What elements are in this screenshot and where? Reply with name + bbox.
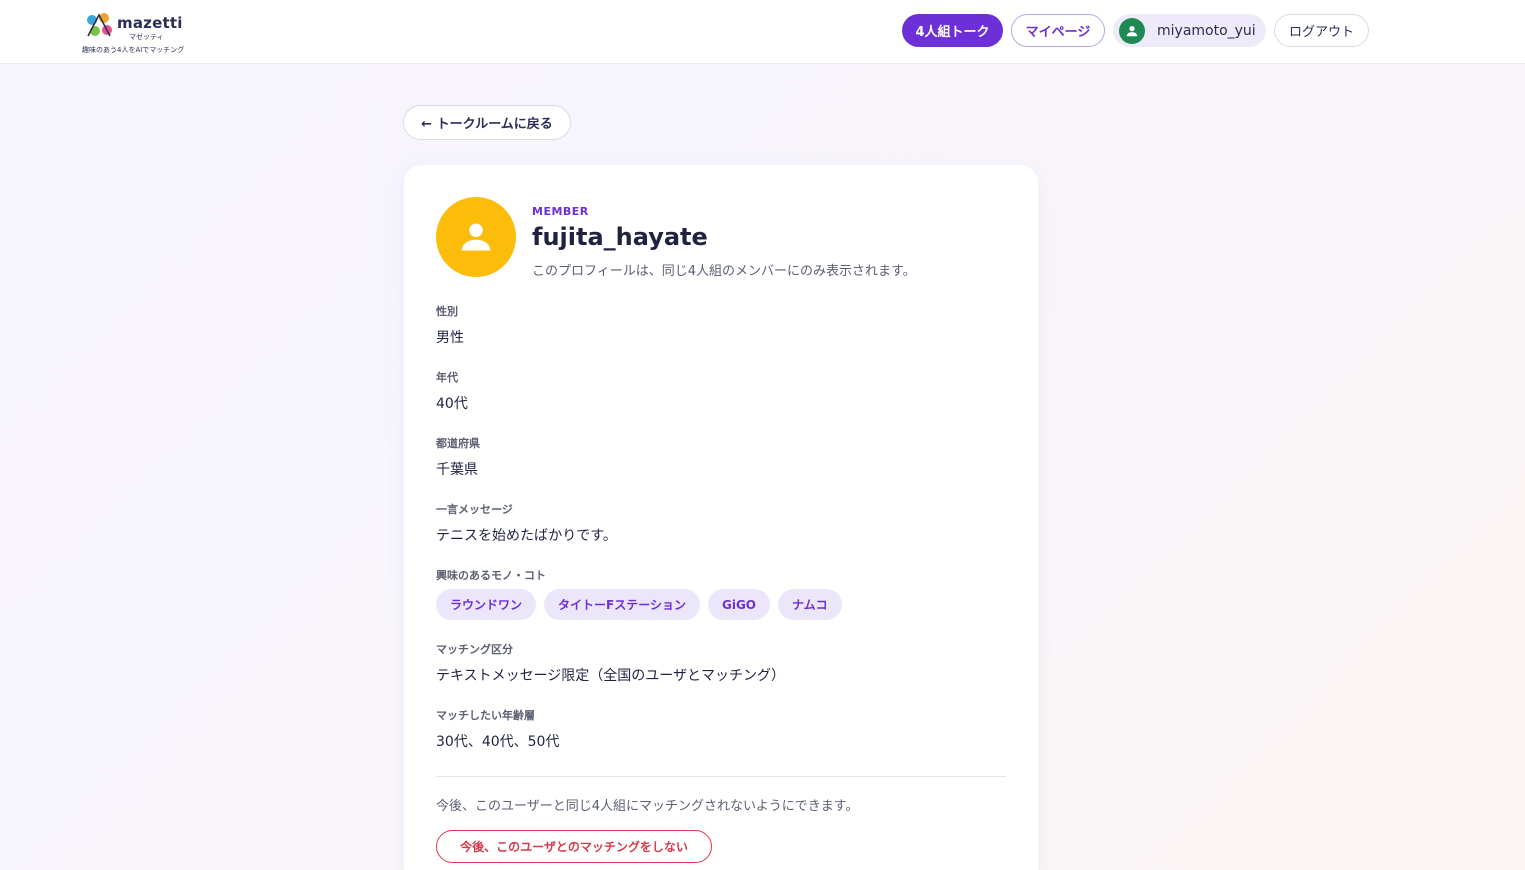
field-age: 年代 40代 bbox=[436, 369, 468, 413]
top-header: mazetti マゼッティ 趣味のあう4人をAIでマッチング 4人組トーク マイ… bbox=[0, 0, 1525, 64]
interest-tag: タイトーFステーション bbox=[544, 589, 700, 620]
field-value: 30代、40代、50代 bbox=[436, 734, 560, 750]
field-label: 性別 bbox=[436, 305, 458, 318]
nav-talk-button[interactable]: 4人組トーク bbox=[902, 14, 1003, 47]
field-value: 千葉県 bbox=[436, 462, 478, 478]
logo-name: mazetti bbox=[117, 14, 183, 32]
logo-kana: マゼッティ bbox=[129, 33, 164, 41]
member-name: fujita_hayate bbox=[532, 223, 708, 251]
field-value: テニスを始めたばかりです。 bbox=[436, 528, 617, 544]
logo-tagline: 趣味のあう4人をAIでマッチング bbox=[82, 46, 185, 54]
nav-user-chip[interactable]: miyamoto_yui bbox=[1113, 14, 1266, 47]
member-avatar-icon bbox=[436, 197, 516, 277]
nav-mypage-button[interactable]: マイページ bbox=[1011, 14, 1105, 47]
interest-tag: GiGO bbox=[707, 589, 770, 620]
field-label: 都道府県 bbox=[436, 437, 480, 450]
field-value: テキストメッセージ限定（全国のユーザとマッチング） bbox=[436, 668, 786, 684]
field-label: 興味のあるモノ・コト bbox=[436, 569, 546, 582]
divider bbox=[436, 776, 1006, 777]
back-to-talkroom-button[interactable]: ← トークルームに戻る bbox=[403, 105, 571, 140]
block-note: 今後、このユーザーと同じ4人組にマッチングされないようにできます。 bbox=[436, 799, 859, 814]
profile-card: MEMBER fujita_hayate このプロフィールは、同じ4人組のメンバ… bbox=[404, 165, 1038, 870]
field-prefecture: 都道府県 千葉県 bbox=[436, 435, 480, 479]
field-interests: 興味のあるモノ・コト ラウンドワン タイトーFステーション GiGO ナムコ bbox=[436, 567, 850, 620]
logo-mark-icon bbox=[87, 13, 112, 37]
logo[interactable]: mazetti マゼッティ 趣味のあう4人をAIでマッチング bbox=[82, 10, 192, 56]
member-label: MEMBER bbox=[532, 205, 589, 218]
field-label: 年代 bbox=[436, 371, 458, 384]
interest-tag: ラウンドワン bbox=[436, 589, 537, 620]
field-value: 40代 bbox=[436, 396, 468, 412]
field-value: 男性 bbox=[436, 330, 464, 346]
field-matching-type: マッチング区分 テキストメッセージ限定（全国のユーザとマッチング） bbox=[436, 641, 785, 685]
profile-visibility-note: このプロフィールは、同じ4人組のメンバーにのみ表示されます。 bbox=[532, 264, 916, 279]
user-name: miyamoto_yui bbox=[1157, 22, 1256, 39]
field-desired-ages: マッチしたい年齢層 30代、40代、50代 bbox=[436, 707, 559, 751]
interest-tag: ナムコ bbox=[778, 589, 842, 620]
block-matching-button[interactable]: 今後、このユーザとのマッチングをしない bbox=[436, 830, 712, 863]
field-gender: 性別 男性 bbox=[436, 303, 464, 347]
user-avatar-icon bbox=[1119, 17, 1145, 44]
interest-tags: ラウンドワン タイトーFステーション GiGO ナムコ bbox=[436, 589, 850, 620]
field-label: マッチしたい年齢層 bbox=[436, 709, 535, 722]
field-message: 一言メッセージ テニスを始めたばかりです。 bbox=[436, 501, 617, 545]
field-label: マッチング区分 bbox=[436, 643, 513, 656]
logout-button[interactable]: ログアウト bbox=[1274, 14, 1369, 47]
field-label: 一言メッセージ bbox=[436, 503, 513, 516]
